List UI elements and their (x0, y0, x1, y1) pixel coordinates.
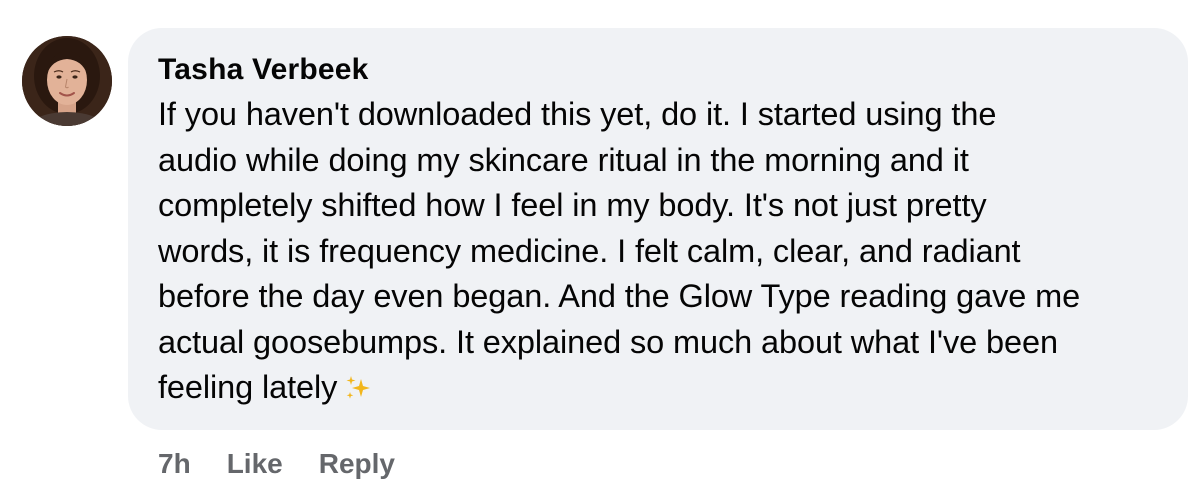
avatar-image (22, 36, 112, 126)
comment: Tasha Verbeek If you haven't downloaded … (0, 0, 1200, 500)
comment-author[interactable]: Tasha Verbeek (158, 52, 1158, 88)
sparkles-icon (346, 376, 371, 399)
comment-text: If you haven't downloaded this yet, do i… (158, 92, 1158, 411)
comment-body: If you haven't downloaded this yet, do i… (158, 96, 1081, 405)
comment-actions: 7h Like Reply (158, 448, 431, 480)
comment-bubble: Tasha Verbeek If you haven't downloaded … (128, 28, 1188, 430)
comment-timestamp[interactable]: 7h (158, 448, 191, 480)
reply-button[interactable]: Reply (319, 448, 395, 480)
like-button[interactable]: Like (227, 448, 283, 480)
avatar[interactable] (22, 36, 112, 126)
